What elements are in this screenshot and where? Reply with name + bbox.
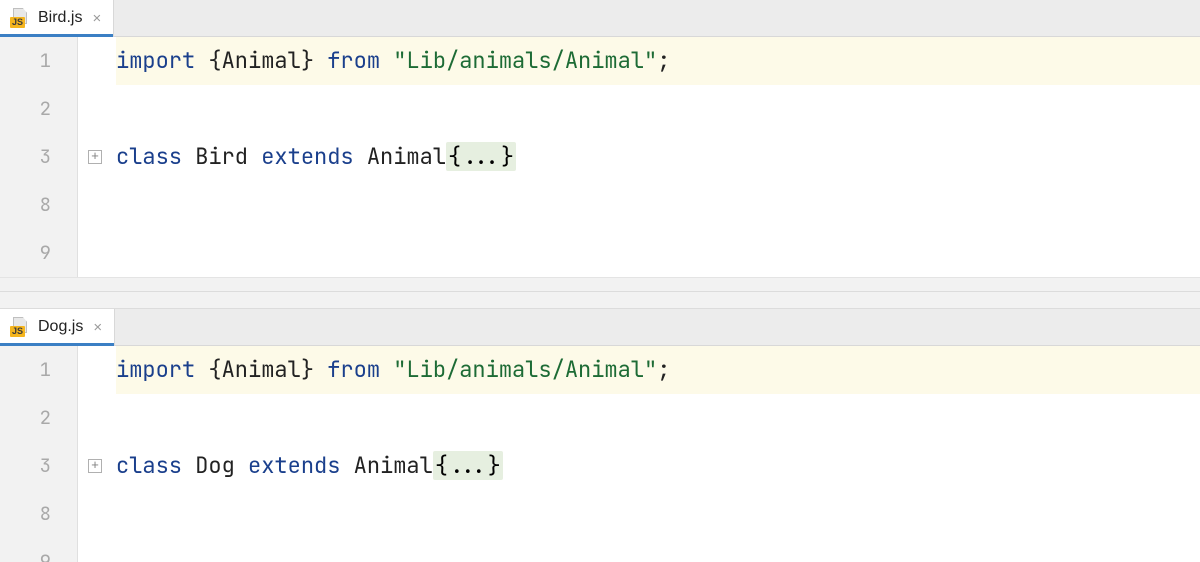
scroll-strip xyxy=(0,277,1200,291)
file-tab[interactable]: JS Bird.js × xyxy=(0,0,114,36)
token-kw: class xyxy=(116,142,195,171)
close-icon[interactable]: × xyxy=(90,10,103,27)
token-str: "Lib/animals/Animal" xyxy=(393,46,657,75)
code-line[interactable]: +class Dog extends Animal{...} xyxy=(116,442,1200,490)
token-kw: extends xyxy=(261,142,367,171)
token-kw: from xyxy=(327,355,393,384)
token-punct: } xyxy=(301,355,327,384)
token-id-cls: Dog xyxy=(195,451,248,480)
token-id-cls: Animal xyxy=(222,46,301,75)
line-number: 2 xyxy=(0,85,77,133)
token-kw: class xyxy=(116,451,195,480)
code-line[interactable]: +class Bird extends Animal{...} xyxy=(116,133,1200,181)
line-number: 1 xyxy=(0,37,77,85)
line-number: 3 xyxy=(0,133,77,181)
js-file-icon: JS xyxy=(10,317,30,337)
code-area[interactable]: import {Animal} from "Lib/animals/Animal… xyxy=(78,346,1200,562)
gutter: 1 2 3 8 9 xyxy=(0,346,78,562)
close-icon[interactable]: × xyxy=(91,319,104,336)
line-number: 8 xyxy=(0,490,77,538)
code-area[interactable]: import {Animal} from "Lib/animals/Animal… xyxy=(78,37,1200,277)
token-str: "Lib/animals/Animal" xyxy=(393,355,657,384)
editor-body[interactable]: 1 2 3 8 9 import {Animal} from "Lib/anim… xyxy=(0,346,1200,562)
token-folded: {...} xyxy=(446,142,516,171)
token-kw: import xyxy=(116,46,208,75)
tab-bar: JS Dog.js × xyxy=(0,309,1200,346)
code-line[interactable]: import {Animal} from "Lib/animals/Animal… xyxy=(116,37,1200,85)
tab-bar: JS Bird.js × xyxy=(0,0,1200,37)
fold-toggle-icon[interactable]: + xyxy=(88,459,102,473)
code-line[interactable] xyxy=(116,490,1200,538)
token-punct: } xyxy=(301,46,327,75)
token-id-cls: Animal xyxy=(222,355,301,384)
token-punct: { xyxy=(208,355,221,384)
token-kw: from xyxy=(327,46,393,75)
tab-filename: Dog.js xyxy=(38,318,83,336)
gutter: 1 2 3 8 9 xyxy=(0,37,78,277)
token-id-cls: Animal xyxy=(367,142,446,171)
code-line[interactable] xyxy=(116,229,1200,277)
editor-body[interactable]: 1 2 3 8 9 import {Animal} from "Lib/anim… xyxy=(0,37,1200,277)
line-number: 9 xyxy=(0,229,77,277)
line-number: 8 xyxy=(0,181,77,229)
token-id-cls: Animal xyxy=(354,451,433,480)
token-folded: {...} xyxy=(433,451,503,480)
token-punct: ; xyxy=(657,46,670,75)
file-tab[interactable]: JS Dog.js × xyxy=(0,309,115,345)
editor-pane-1: JS Dog.js × 1 2 3 8 9 import {Animal} fr… xyxy=(0,309,1200,562)
code-line[interactable]: import {Animal} from "Lib/animals/Animal… xyxy=(116,346,1200,394)
line-number: 9 xyxy=(0,538,77,562)
tab-filename: Bird.js xyxy=(38,9,82,27)
code-line[interactable] xyxy=(116,538,1200,562)
line-number: 2 xyxy=(0,394,77,442)
code-line[interactable] xyxy=(116,85,1200,133)
fold-toggle-icon[interactable]: + xyxy=(88,150,102,164)
token-punct: ; xyxy=(657,355,670,384)
line-number: 3 xyxy=(0,442,77,490)
js-file-icon: JS xyxy=(10,8,30,28)
token-punct: { xyxy=(208,46,221,75)
token-id-cls: Bird xyxy=(195,142,261,171)
token-kw: extends xyxy=(248,451,354,480)
code-line[interactable] xyxy=(116,181,1200,229)
line-number: 1 xyxy=(0,346,77,394)
code-line[interactable] xyxy=(116,394,1200,442)
token-kw: import xyxy=(116,355,208,384)
split-divider[interactable] xyxy=(0,291,1200,309)
editor-pane-0: JS Bird.js × 1 2 3 8 9 import {Animal} f… xyxy=(0,0,1200,291)
